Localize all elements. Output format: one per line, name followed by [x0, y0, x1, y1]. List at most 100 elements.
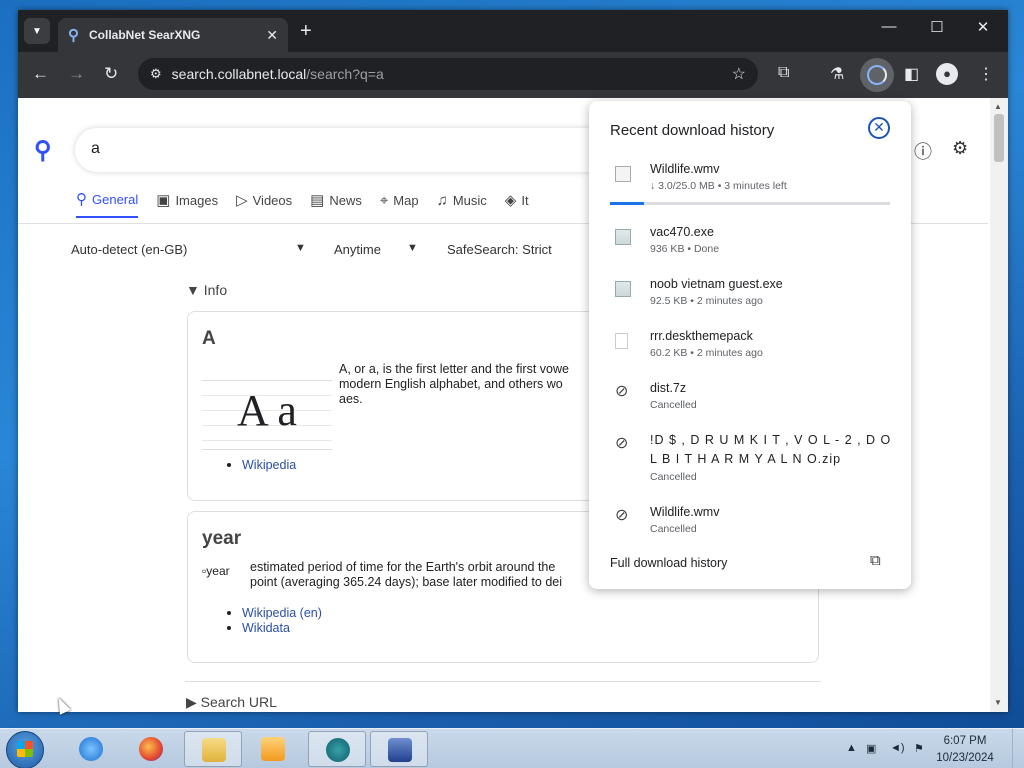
- full-download-history-link[interactable]: Full download history: [610, 556, 727, 570]
- tab-map[interactable]: ⌖ Map: [380, 190, 419, 218]
- labs-flask-icon[interactable]: ⚗: [830, 64, 844, 84]
- download-filename: !D $ , D R U M K I T , V O L - 2 , D O L…: [650, 433, 892, 466]
- taskbar-media-player[interactable]: [244, 731, 302, 767]
- download-filename: vac470.exe: [650, 225, 714, 239]
- taskbar: ▲ ▣ ◄) ⚑ 6:07 PM 10/23/2024: [0, 728, 1024, 768]
- firefox-icon: [139, 737, 163, 761]
- side-panel-icon[interactable]: ◧: [904, 64, 919, 84]
- tab-close-icon[interactable]: ✕: [266, 27, 278, 44]
- taskbar-chrome[interactable]: [308, 731, 366, 767]
- site-info-icon[interactable]: ⚙: [150, 66, 162, 82]
- profile-avatar-icon[interactable]: ●: [936, 63, 958, 85]
- scroll-up-icon[interactable]: ▲: [994, 102, 1002, 111]
- image-icon: ▣: [156, 192, 171, 209]
- url-path: /search?q=a: [306, 66, 384, 82]
- download-item[interactable]: vac470.exe 936 KB • Done: [589, 223, 911, 275]
- taskbar-internet-explorer[interactable]: [62, 731, 120, 767]
- wikidata-link[interactable]: Wikidata: [242, 621, 290, 635]
- tab-news[interactable]: ▤ News: [310, 190, 362, 218]
- open-in-new-icon[interactable]: ⧉: [870, 552, 881, 569]
- page-scrollbar[interactable]: ▲ ▼: [990, 98, 1008, 712]
- downloads-button[interactable]: [860, 58, 894, 92]
- back-icon[interactable]: ←: [32, 64, 49, 84]
- folder-icon: [202, 738, 226, 762]
- forward-icon[interactable]: →: [68, 64, 85, 84]
- start-button[interactable]: [6, 731, 44, 768]
- info-toggle[interactable]: ▼ Info: [186, 282, 227, 298]
- new-tab-button[interactable]: +: [300, 20, 312, 43]
- close-circle-icon[interactable]: ✕: [868, 117, 890, 139]
- search-icon: ⚲: [76, 191, 87, 208]
- tab-videos[interactable]: ▷ Videos: [236, 190, 292, 218]
- download-filename: Wildlife.wmv: [650, 162, 720, 176]
- taskbar-firefox[interactable]: [122, 731, 180, 767]
- letter-image: A a: [202, 380, 332, 450]
- tab-images[interactable]: ▣ Images: [156, 190, 218, 218]
- taskbar-explorer[interactable]: [184, 731, 242, 767]
- downloads-panel: Recent download history ✕ Wildlife.wmv ↓…: [589, 101, 911, 589]
- download-item[interactable]: noob vietnam guest.exe 92.5 KB • 2 minut…: [589, 275, 911, 327]
- download-status: 936 KB • Done: [650, 243, 720, 255]
- exe-file-icon: [615, 229, 631, 245]
- download-off-icon: ⊘: [615, 435, 629, 452]
- scrollbar-thumb[interactable]: [994, 114, 1004, 162]
- downloads-panel-title: Recent download history: [610, 122, 775, 139]
- infobox-title: year: [202, 528, 242, 549]
- file-icon: [615, 333, 628, 349]
- safesearch-select[interactable]: SafeSearch: Strict: [447, 242, 552, 257]
- language-select[interactable]: Auto-detect (en-GB): [71, 242, 187, 257]
- scroll-down-icon[interactable]: ▼: [994, 698, 1002, 707]
- triangle-right-icon: ▶: [186, 694, 201, 710]
- download-status: Cancelled: [650, 471, 697, 483]
- search-favicon-icon: ⚲: [68, 27, 79, 44]
- tab-search-button[interactable]: ▼: [24, 18, 50, 44]
- settings-gear-icon[interactable]: ⚙: [952, 138, 968, 159]
- download-filename: dist.7z: [650, 381, 687, 395]
- clock[interactable]: 6:07 PM 10/23/2024: [926, 733, 1004, 767]
- searxng-search-icon[interactable]: ⚲: [34, 136, 52, 165]
- chevron-down-icon[interactable]: ▼: [295, 242, 306, 254]
- tab-strip: ▼ ⚲ CollabNet SearXNG ✕ + — ☐ ✕: [18, 10, 1008, 52]
- download-item[interactable]: ⊘ !D $ , D R U M K I T , V O L - 2 , D O…: [589, 431, 911, 501]
- bookmark-star-icon[interactable]: ☆: [732, 64, 746, 84]
- extensions-icon[interactable]: ⧉: [778, 64, 789, 82]
- search-url-toggle[interactable]: ▶ Search URL: [186, 694, 277, 711]
- video-file-icon: [615, 166, 631, 182]
- tab-general[interactable]: ⚲ General: [76, 190, 139, 218]
- wikipedia-en-link[interactable]: Wikipedia (en): [242, 606, 322, 620]
- menu-kebab-icon[interactable]: ⋮: [978, 64, 994, 84]
- minimize-icon[interactable]: —: [866, 18, 912, 35]
- download-status: 60.2 KB • 2 minutes ago: [650, 347, 763, 359]
- wikipedia-link[interactable]: Wikipedia: [242, 458, 296, 472]
- network-tray-icon[interactable]: ▣: [866, 742, 876, 755]
- chevron-down-icon[interactable]: ▼: [407, 242, 418, 254]
- taskbar-network-app[interactable]: [370, 731, 428, 767]
- download-item[interactable]: ⊘ dist.7z Cancelled: [589, 379, 911, 431]
- address-bar[interactable]: ⚙ search.collabnet.local/search?q=a ☆: [138, 58, 758, 90]
- play-icon: ▷: [236, 192, 248, 209]
- download-progress-ring-icon: [867, 65, 887, 85]
- reload-icon[interactable]: ↻: [104, 64, 118, 84]
- tab-music[interactable]: ♫ Music: [437, 190, 487, 218]
- download-item[interactable]: ⊘ Wildlife.wmv Cancelled: [589, 503, 911, 555]
- tab-it[interactable]: ◈ It: [505, 190, 529, 218]
- close-window-icon[interactable]: ✕: [960, 18, 1006, 36]
- info-circle-icon[interactable]: ⓘ: [914, 138, 932, 164]
- newspaper-icon: ▤: [310, 192, 325, 209]
- show-desktop-button[interactable]: [1012, 729, 1024, 768]
- tab-searxng[interactable]: ⚲ CollabNet SearXNG ✕: [58, 18, 288, 52]
- download-progress-bar: [610, 202, 890, 205]
- volume-icon[interactable]: ◄): [890, 742, 905, 754]
- time-range-select[interactable]: Anytime: [334, 242, 381, 257]
- action-center-flag-icon[interactable]: ⚑: [914, 742, 924, 755]
- download-item[interactable]: rrr.deskthemepack 60.2 KB • 2 minutes ag…: [589, 327, 911, 379]
- tray-expand-icon[interactable]: ▲: [846, 742, 857, 754]
- browser-app-icon: [326, 738, 350, 762]
- divider: [185, 681, 821, 682]
- exe-file-icon: [615, 281, 631, 297]
- maximize-icon[interactable]: ☐: [914, 18, 960, 36]
- download-status: Cancelled: [650, 523, 697, 535]
- download-off-icon: ⊘: [615, 383, 629, 400]
- search-input[interactable]: a: [75, 128, 635, 172]
- infobox-title: A: [202, 328, 216, 349]
